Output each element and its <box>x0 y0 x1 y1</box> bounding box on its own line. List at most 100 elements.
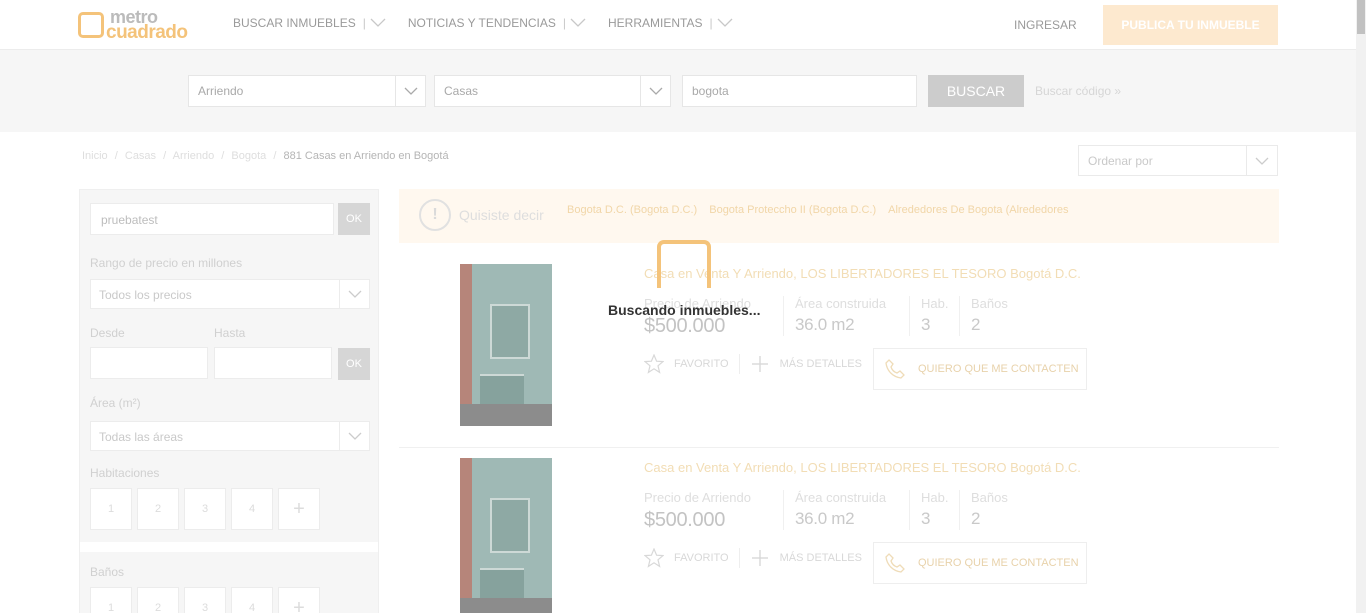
listing-rooms: Hab. 3 <box>921 296 948 335</box>
operation-value: Arriendo <box>198 84 244 98</box>
favorite-label: FAVORITO <box>674 552 729 564</box>
photo-detail <box>490 498 530 553</box>
search-button[interactable]: BUSCAR <box>928 75 1024 107</box>
price-label: Precio de Arriendo <box>644 490 751 505</box>
photo-detail <box>460 264 472 426</box>
baths-option-2[interactable]: 2 <box>137 587 179 613</box>
listing-photo[interactable] <box>460 264 552 426</box>
scrollbar-thumb[interactable] <box>1357 0 1365 34</box>
price-range-select[interactable]: Todos los precios <box>90 279 370 309</box>
plus-icon <box>751 356 768 372</box>
rooms-option-more[interactable]: + <box>278 488 320 530</box>
nav-buscar-inmuebles[interactable]: BUSCAR INMUEBLES | <box>233 16 386 30</box>
suggestion-link[interactable]: Alrededores De Bogota (Alrededores <box>888 204 1068 216</box>
breadcrumb-home[interactable]: Inicio <box>82 150 108 162</box>
chevron-down-icon <box>717 18 733 27</box>
baths-option-3[interactable]: 3 <box>184 587 226 613</box>
rooms-option-4[interactable]: 4 <box>231 488 273 530</box>
price-value: $500.000 <box>644 315 726 337</box>
contact-me-button[interactable]: QUIERO QUE ME CONTACTEN <box>873 348 1087 390</box>
publish-property-button[interactable]: PUBLICA TU INMUEBLE <box>1103 5 1278 45</box>
loading-spinner-icon <box>657 240 711 288</box>
nav-herramientas[interactable]: HERRAMIENTAS | <box>608 16 733 30</box>
phone-icon <box>885 359 905 379</box>
listing-photo[interactable] <box>460 458 552 613</box>
area-value: 36.0 m2 <box>795 315 855 334</box>
area-select[interactable]: Todas las áreas <box>90 421 370 451</box>
breadcrumb-bogota[interactable]: Bogota <box>231 150 266 162</box>
breadcrumb-current: 881 Casas en Arriendo en Bogotá <box>283 150 449 162</box>
suggestion-link[interactable]: Bogota D.C. (Bogota D.C.) <box>567 204 697 216</box>
price-range-value: Todos los precios <box>99 288 192 302</box>
baths-label: Baños <box>971 296 1008 311</box>
baths-value: 2 <box>971 315 981 334</box>
logo-text-bottom: cuadrado <box>106 22 188 43</box>
plus-icon <box>751 550 768 566</box>
chevron-down-icon <box>370 18 386 27</box>
search-by-code-link[interactable]: Buscar código » <box>1035 84 1121 98</box>
baths-option-4[interactable]: 4 <box>231 587 273 613</box>
chevron-down-icon <box>570 18 586 27</box>
price-ok-button[interactable]: OK <box>338 348 370 380</box>
divider <box>909 490 910 530</box>
price-from-input[interactable] <box>90 347 208 379</box>
favorite-button[interactable]: FAVORITO <box>644 354 729 374</box>
baths-option-1[interactable]: 1 <box>90 587 132 613</box>
header: metro cuadrado BUSCAR INMUEBLES | NOTICI… <box>0 0 1356 50</box>
divider <box>959 296 960 336</box>
operation-select[interactable]: Arriendo <box>188 75 426 107</box>
contact-label: QUIERO QUE ME CONTACTEN <box>918 363 1079 375</box>
rooms-label: Habitaciones <box>90 466 160 480</box>
listing-area: Área construida 36.0 m2 <box>795 296 886 335</box>
photo-detail <box>460 598 552 613</box>
chevron-down-icon <box>1246 146 1277 175</box>
baths-value: 2 <box>971 509 981 528</box>
did-you-mean-alert: ! Quisiste decir Bogota D.C. (Bogota D.C… <box>399 189 1279 243</box>
sort-select[interactable]: Ordenar por <box>1078 145 1278 176</box>
favorite-button[interactable]: FAVORITO <box>644 548 729 568</box>
price-to-input[interactable] <box>214 347 332 379</box>
rooms-option-1[interactable]: 1 <box>90 488 132 530</box>
chevron-down-icon <box>395 76 425 106</box>
phone-icon <box>885 553 905 573</box>
nav-noticias[interactable]: NOTICIAS Y TENDENCIAS | <box>408 16 586 30</box>
contact-me-button[interactable]: QUIERO QUE ME CONTACTEN <box>873 542 1087 584</box>
price-value: $500.000 <box>644 509 726 531</box>
listing-card: Casa en Venta Y Arriendo, LOS LIBERTADOR… <box>399 254 1279 448</box>
filter-divider <box>80 542 378 552</box>
more-details-button[interactable]: MÁS DETALLES <box>750 354 862 374</box>
main-nav: BUSCAR INMUEBLES | NOTICIAS Y TENDENCIAS… <box>233 16 755 30</box>
divider <box>738 548 740 568</box>
area-label: Área construida <box>795 296 887 311</box>
breadcrumb-separator: / <box>273 150 277 162</box>
rooms-value: 3 <box>921 509 931 528</box>
did-you-mean-label: Quisiste decir <box>459 207 544 223</box>
breadcrumb-casas[interactable]: Casas <box>125 150 156 162</box>
location-input[interactable]: bogota <box>682 75 917 107</box>
more-details-button[interactable]: MÁS DETALLES <box>750 548 862 568</box>
property-type-select[interactable]: Casas <box>434 75 671 107</box>
keyword-ok-button[interactable]: OK <box>338 203 370 235</box>
price-range-label: Rango de precio en millones <box>90 256 243 270</box>
breadcrumb-separator: / <box>163 150 167 162</box>
listing-actions: FAVORITO MÁS DETALLES <box>644 548 872 568</box>
login-link[interactable]: INGRESAR <box>1014 18 1077 32</box>
listing-title[interactable]: Casa en Venta Y Arriendo, LOS LIBERTADOR… <box>644 460 1081 475</box>
loading-message: Buscando inmuebles... <box>608 302 761 318</box>
rooms-option-2[interactable]: 2 <box>137 488 179 530</box>
chevron-down-icon <box>339 280 369 308</box>
page-scrollbar[interactable] <box>1356 0 1366 613</box>
rooms-label: Hab. <box>921 296 949 311</box>
filters-sidebar: pruebatest OK Rango de precio en millone… <box>79 189 379 613</box>
divider <box>959 490 960 530</box>
rooms-option-3[interactable]: 3 <box>184 488 226 530</box>
nav-separator: | <box>562 16 566 30</box>
listing-actions: FAVORITO MÁS DETALLES <box>644 354 872 374</box>
logo[interactable]: metro cuadrado <box>78 8 202 43</box>
baths-option-more[interactable]: + <box>278 587 320 613</box>
breadcrumb-arriendo[interactable]: Arriendo <box>173 150 215 162</box>
suggestion-link[interactable]: Bogota Proteccho II (Bogota D.C.) <box>709 204 876 216</box>
divider <box>738 354 740 374</box>
nav-label: BUSCAR INMUEBLES <box>233 16 356 30</box>
keyword-input[interactable]: pruebatest <box>90 203 334 235</box>
